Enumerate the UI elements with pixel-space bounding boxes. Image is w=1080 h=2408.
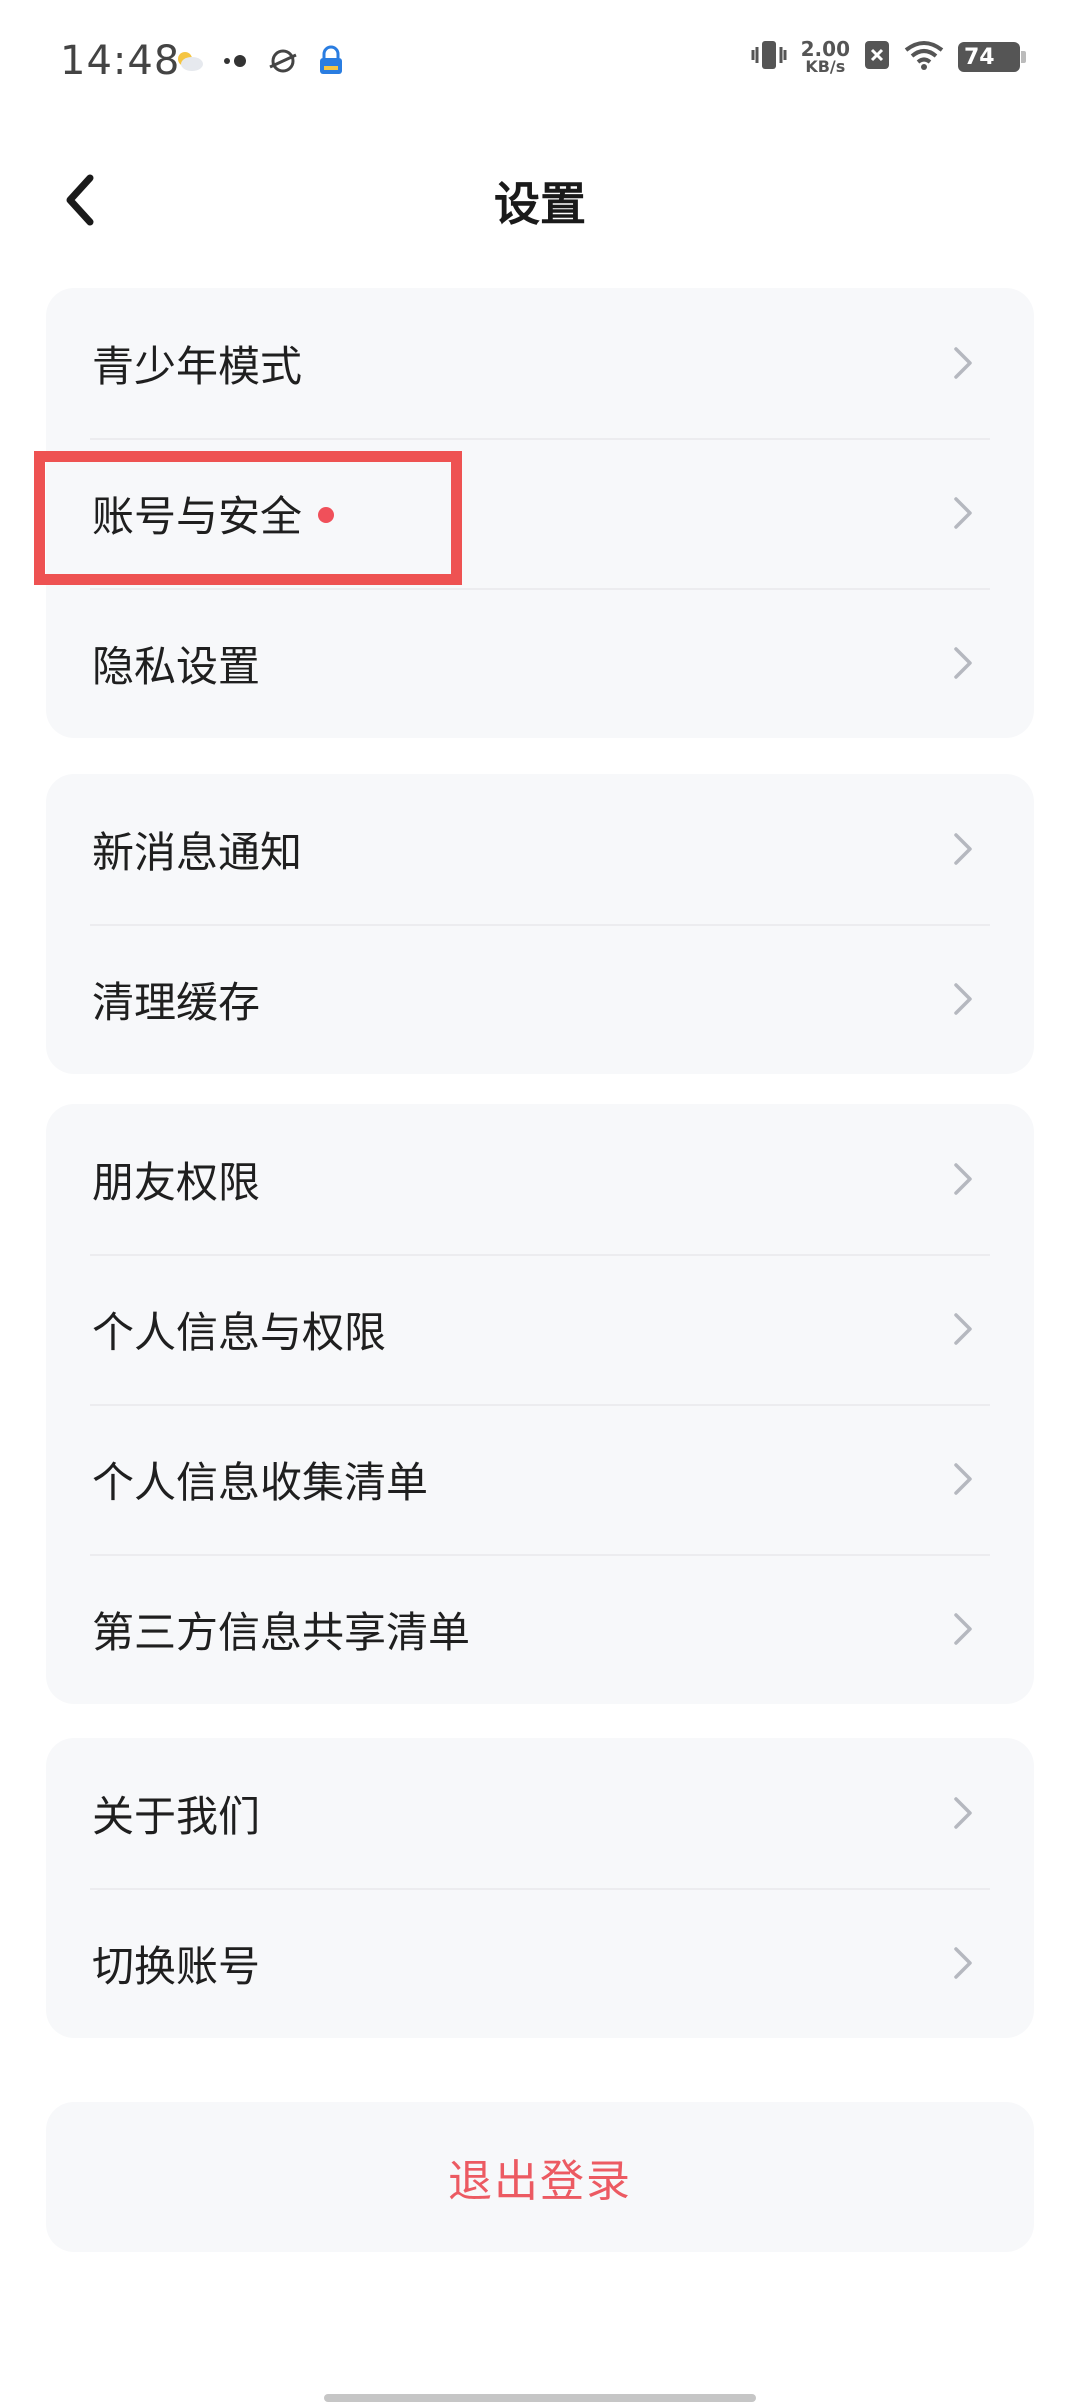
- menu-item-label: 第三方信息共享清单: [92, 1607, 471, 1657]
- chevron-right-icon: [954, 1463, 972, 1495]
- menu-item-label: 个人信息收集清单: [92, 1457, 429, 1507]
- chevron-right-icon: [954, 647, 972, 679]
- app-lock-icon: [315, 44, 347, 82]
- logout-button[interactable]: 退出登录: [46, 2102, 1034, 2252]
- menu-item-label: 清理缓存: [92, 977, 261, 1027]
- chevron-right-icon: [954, 1163, 972, 1195]
- status-time: 14:48: [60, 38, 181, 84]
- menu-item-account-security[interactable]: 账号与安全: [46, 438, 1034, 588]
- menu-item-label: 朋友权限: [92, 1157, 261, 1207]
- menu-item-personal-info-collection[interactable]: 个人信息收集清单: [46, 1404, 1034, 1554]
- menu-item-clear-cache[interactable]: 清理缓存: [46, 924, 1034, 1074]
- menu-item-label: 新消息通知: [92, 827, 303, 877]
- net-speed-value: 2.00: [800, 37, 850, 61]
- menu-item-label: 账号与安全: [92, 491, 303, 541]
- menu-item-third-party-sharing[interactable]: 第三方信息共享清单: [46, 1554, 1034, 1704]
- settings-group-account: 青少年模式 账号与安全 隐私设置: [46, 288, 1034, 738]
- menu-item-label: 青少年模式: [92, 341, 303, 391]
- chevron-right-icon: [954, 1797, 972, 1829]
- menu-item-label: 隐私设置: [92, 641, 261, 691]
- settings-group-about: 关于我们 切换账号: [46, 1738, 1034, 2038]
- net-speed: 2.00 KB/s: [801, 39, 850, 75]
- settings-group-permissions: 朋友权限 个人信息与权限 个人信息收集清单 第三方信息共享清单: [46, 1104, 1034, 1704]
- no-sim-icon: [864, 40, 890, 74]
- menu-item-notifications[interactable]: 新消息通知: [46, 774, 1034, 924]
- menu-item-personal-info-permissions[interactable]: 个人信息与权限: [46, 1254, 1034, 1404]
- menu-item-label: 切换账号: [92, 1941, 261, 1991]
- wifi-icon: [904, 40, 944, 74]
- settings-group-general: 新消息通知 清理缓存: [46, 774, 1034, 1074]
- menu-item-about-us[interactable]: 关于我们: [46, 1738, 1034, 1888]
- status-left-icons: [175, 44, 347, 82]
- menu-item-label-wrap: 账号与安全: [92, 483, 335, 544]
- page-title: 设置: [494, 177, 586, 231]
- chevron-right-icon: [954, 1313, 972, 1345]
- menu-item-label: 关于我们: [92, 1791, 261, 1841]
- weather-cloud-icon: [175, 49, 205, 77]
- settings-page: 14:48 2.00 KB/s 74 设置 青少年模式 账号与安全 隐私设置 新…: [0, 0, 1080, 2408]
- menu-item-youth-mode[interactable]: 青少年模式: [46, 288, 1034, 438]
- battery-icon: 74: [958, 42, 1026, 72]
- dots-icon: [221, 51, 251, 75]
- menu-item-friend-permissions[interactable]: 朋友权限: [46, 1104, 1034, 1254]
- header: 设置: [0, 140, 1080, 260]
- status-bar: 14:48 2.00 KB/s 74: [0, 0, 1080, 130]
- chevron-right-icon: [954, 347, 972, 379]
- red-dot-badge: [318, 507, 335, 523]
- chevron-right-icon: [954, 983, 972, 1015]
- home-indicator[interactable]: [324, 2394, 756, 2402]
- planet-icon: [267, 45, 299, 81]
- vibrate-icon: [751, 38, 787, 76]
- chevron-right-icon: [954, 497, 972, 529]
- chevron-right-icon: [954, 1613, 972, 1645]
- chevron-right-icon: [954, 1947, 972, 1979]
- logout-label: 退出登录: [448, 2156, 632, 2207]
- chevron-right-icon: [954, 833, 972, 865]
- menu-item-privacy-settings[interactable]: 隐私设置: [46, 588, 1034, 738]
- menu-item-switch-account[interactable]: 切换账号: [46, 1888, 1034, 2038]
- net-speed-unit: KB/s: [805, 57, 846, 76]
- menu-item-label: 个人信息与权限: [92, 1307, 387, 1357]
- status-right-icons: 2.00 KB/s 74: [751, 38, 1026, 76]
